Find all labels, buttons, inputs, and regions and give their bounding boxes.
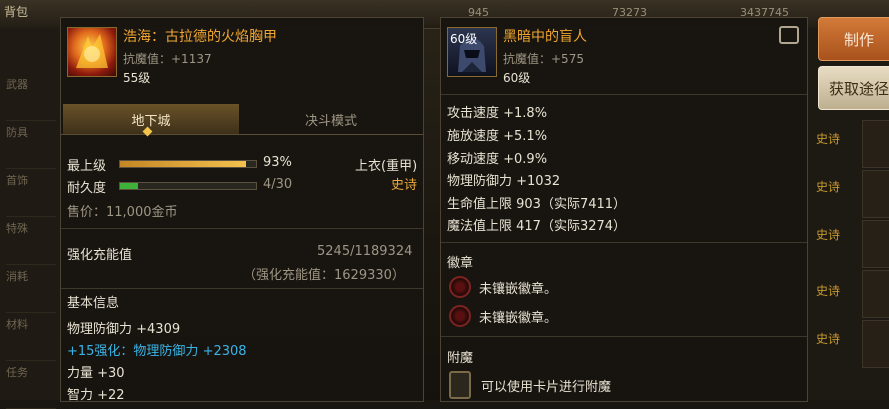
nav-item-special[interactable]: 特殊 (6, 220, 56, 265)
item-tooltip-chest: 浩海：古拉德的火焰胸甲 抗魔值：+1137 55级 地下城 决斗模式 最上级 9… (60, 17, 424, 403)
enhance-label: 强化充能值 (67, 248, 133, 263)
resist-value: 抗魔值：+1137 (123, 52, 212, 66)
max-level-value: 93% (263, 155, 292, 170)
item-slot[interactable] (862, 120, 889, 168)
item-slot[interactable] (862, 170, 889, 218)
stat-line: 移动速度 +0.9% (447, 152, 548, 167)
stat-line: 物理防御力 +1032 (447, 174, 561, 189)
emblem-text: 未镶嵌徽章。 (479, 311, 558, 326)
divider (61, 288, 423, 289)
tooltip-header: 浩海：古拉德的火焰胸甲 抗魔值：+1137 55级 (61, 18, 423, 88)
item-slot[interactable] (862, 220, 889, 268)
rarity-label: 史诗 (816, 132, 841, 146)
stat-line: 魔法值上限 417（实际3274） (447, 219, 627, 234)
stat-line: 力量 +30 (67, 366, 125, 381)
stat-line: 物理防御力 +4309 (67, 322, 181, 337)
nav-item-accessory[interactable]: 首饰 (6, 172, 56, 217)
enhance-value: 5245/1189324 (317, 244, 413, 259)
nav-item-quest[interactable]: 任务 (6, 364, 56, 409)
card-slot-icon[interactable] (449, 371, 471, 399)
rarity-label: 史诗 (816, 332, 841, 346)
resist-value: 抗魔值：+575 (503, 52, 584, 66)
share-icon[interactable] (779, 26, 799, 44)
divider (61, 228, 423, 229)
stat-line-enhance: +15强化：物理防御力 +2308 (67, 344, 247, 359)
stat-line: 攻击速度 +1.8% (447, 106, 548, 121)
item-tooltip-helmet: 60级 黑暗中的盲人 抗魔值：+575 60级 攻击速度 +1.8% 施放速度 … (440, 17, 808, 402)
durability-bar (119, 182, 257, 190)
nav-item-material[interactable]: 材料 (6, 316, 56, 361)
max-level-bar (119, 160, 257, 168)
nav-item-consumable[interactable]: 消耗 (6, 268, 56, 313)
emblem-title: 徽章 (447, 256, 474, 271)
acquire-route-button[interactable]: 获取途径 (818, 66, 889, 110)
left-category-nav: 武器 防具 首饰 特殊 消耗 材料 任务 (0, 28, 60, 409)
nav-item-weapon[interactable]: 武器 (6, 76, 56, 121)
emblem-text: 未镶嵌徽章。 (479, 282, 558, 297)
durability-value: 4/30 (263, 177, 293, 192)
max-level-bar-fill (120, 161, 247, 167)
mode-tabs: 地下城 决斗模式 (61, 104, 423, 137)
stat-line: 施放速度 +5.1% (447, 129, 548, 144)
divider (441, 336, 807, 337)
rarity-label: 史诗 (816, 284, 841, 298)
tab-label: 地下城 (131, 113, 171, 129)
tab-label: 决斗模式 (304, 113, 357, 129)
tab-pvp[interactable]: 决斗模式 (241, 104, 421, 134)
rarity-label: 史诗 (816, 180, 841, 194)
item-slot[interactable] (862, 320, 889, 368)
item-name: 浩海：古拉德的火焰胸甲 (123, 29, 277, 45)
nav-item-armor[interactable]: 防具 (6, 124, 56, 169)
durability-bar-fill (120, 183, 139, 189)
enchant-text: 可以使用卡片进行附魔 (481, 380, 612, 395)
enhance-sub: （强化充能值：1629330） (243, 268, 405, 283)
divider (441, 94, 807, 95)
item-type: 上衣(重甲) (355, 159, 418, 174)
helmet-icon: 60级 (447, 27, 497, 77)
empty-emblem-slot-icon[interactable] (449, 305, 471, 327)
durability-label: 耐久度 (67, 181, 107, 196)
chest-armor-icon (67, 27, 117, 77)
basic-info-title: 基本信息 (67, 296, 120, 311)
tooltip-header: 60级 黑暗中的盲人 抗魔值：+575 60级 (441, 18, 807, 88)
rarity-tag: 史诗 (391, 178, 418, 193)
empty-emblem-slot-icon[interactable] (449, 276, 471, 298)
max-level-label: 最上级 (67, 159, 107, 174)
stat-line: 智力 +22 (67, 388, 125, 403)
sell-price: 售价：11,000金币 (67, 205, 178, 220)
rarity-label: 史诗 (816, 228, 841, 242)
divider (441, 242, 807, 243)
item-slot[interactable] (862, 270, 889, 318)
inventory-tab[interactable]: 背包 (4, 3, 28, 20)
stat-line: 生命值上限 903（实际7411） (447, 197, 627, 212)
make-button[interactable]: 制作 (818, 17, 889, 61)
item-level: 60级 (503, 71, 531, 85)
enchant-title: 附魔 (447, 351, 474, 366)
item-name: 黑暗中的盲人 (503, 29, 587, 45)
item-level: 55级 (123, 71, 151, 85)
icon-level-badge: 60级 (450, 32, 478, 46)
